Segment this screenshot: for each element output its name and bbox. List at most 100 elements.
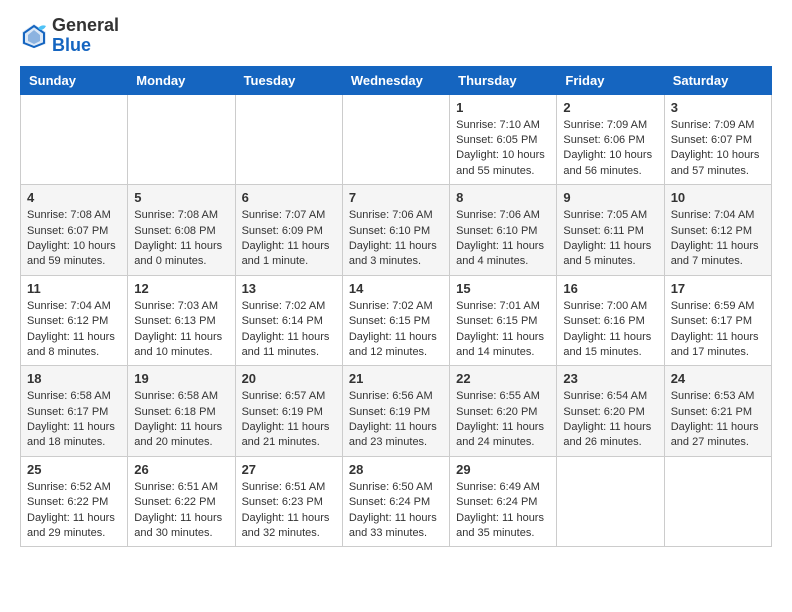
day-number: 6 [242,190,336,205]
calendar-cell: 10 Sunrise: 7:04 AM Sunset: 6:12 PM Dayli… [664,185,771,276]
day-number: 20 [242,371,336,386]
day-info: Sunrise: 7:04 AM Sunset: 6:12 PM Dayligh… [27,299,121,361]
calendar-cell: 21Sunrise: 6:56 AM Sunset: 6:19 PM Dayli… [342,366,449,457]
day-number: 13 [242,281,336,296]
day-info: Sunrise: 7:09 AM Sunset: 6:07 PM Dayligh… [671,118,765,180]
day-info: Sunrise: 7:06 AM Sunset: 6:10 PM Dayligh… [349,208,443,270]
calendar-cell [128,94,235,185]
day-number: 12 [134,281,228,296]
calendar-cell: 7 Sunrise: 7:06 AM Sunset: 6:10 PM Daylig… [342,185,449,276]
calendar-cell: 11 Sunrise: 7:04 AM Sunset: 6:12 PM Dayli… [21,275,128,366]
logo: General Blue [20,16,119,56]
header-monday: Monday [128,66,235,94]
calendar-table: SundayMondayTuesdayWednesdayThursdayFrid… [20,66,772,548]
day-info: Sunrise: 6:58 AM Sunset: 6:18 PM Dayligh… [134,389,228,451]
day-number: 18 [27,371,121,386]
day-info: Sunrise: 7:10 AM Sunset: 6:05 PM Dayligh… [456,118,550,180]
calendar-cell: 19 Sunrise: 6:58 AM Sunset: 6:18 PM Dayli… [128,366,235,457]
week-row-3: 18Sunrise: 6:58 AM Sunset: 6:17 PM Dayli… [21,366,772,457]
day-info: Sunrise: 6:53 AM Sunset: 6:21 PM Dayligh… [671,389,765,451]
calendar-cell [557,456,664,547]
day-info: Sunrise: 7:08 AM Sunset: 6:08 PM Dayligh… [134,208,228,270]
calendar-cell: 25 Sunrise: 6:52 AM Sunset: 6:22 PM Dayli… [21,456,128,547]
calendar-cell: 16 Sunrise: 7:00 AM Sunset: 6:16 PM Dayli… [557,275,664,366]
calendar-cell: 2 Sunrise: 7:09 AM Sunset: 6:06 PM Daylig… [557,94,664,185]
day-number: 1 [456,100,550,115]
day-info: Sunrise: 6:55 AM Sunset: 6:20 PM Dayligh… [456,389,550,451]
day-number: 16 [563,281,657,296]
calendar-cell: 20 Sunrise: 6:57 AM Sunset: 6:19 PM Dayli… [235,366,342,457]
week-row-1: 4Sunrise: 7:08 AM Sunset: 6:07 PM Daylig… [21,185,772,276]
calendar-cell: 29Sunrise: 6:49 AM Sunset: 6:24 PM Dayli… [450,456,557,547]
day-number: 22 [456,371,550,386]
header-sunday: Sunday [21,66,128,94]
day-number: 7 [349,190,443,205]
day-number: 3 [671,100,765,115]
day-number: 2 [563,100,657,115]
day-number: 14 [349,281,443,296]
day-number: 27 [242,462,336,477]
day-number: 23 [563,371,657,386]
calendar-cell: 18Sunrise: 6:58 AM Sunset: 6:17 PM Dayli… [21,366,128,457]
header-thursday: Thursday [450,66,557,94]
day-number: 9 [563,190,657,205]
calendar-cell: 12Sunrise: 7:03 AM Sunset: 6:13 PM Dayli… [128,275,235,366]
calendar-cell: 13Sunrise: 7:02 AM Sunset: 6:14 PM Dayli… [235,275,342,366]
calendar-cell: 23 Sunrise: 6:54 AM Sunset: 6:20 PM Dayli… [557,366,664,457]
calendar-cell: 28 Sunrise: 6:50 AM Sunset: 6:24 PM Dayli… [342,456,449,547]
logo-text: General Blue [52,16,119,56]
calendar-cell: 3 Sunrise: 7:09 AM Sunset: 6:07 PM Daylig… [664,94,771,185]
day-info: Sunrise: 6:57 AM Sunset: 6:19 PM Dayligh… [242,389,336,451]
calendar-cell: 24 Sunrise: 6:53 AM Sunset: 6:21 PM Dayli… [664,366,771,457]
calendar-cell: 5 Sunrise: 7:08 AM Sunset: 6:08 PM Daylig… [128,185,235,276]
calendar-cell: 8 Sunrise: 7:06 AM Sunset: 6:10 PM Daylig… [450,185,557,276]
day-info: Sunrise: 6:54 AM Sunset: 6:20 PM Dayligh… [563,389,657,451]
day-info: Sunrise: 6:50 AM Sunset: 6:24 PM Dayligh… [349,480,443,542]
day-number: 26 [134,462,228,477]
calendar-cell: 1 Sunrise: 7:10 AM Sunset: 6:05 PM Daylig… [450,94,557,185]
calendar-cell: 27 Sunrise: 6:51 AM Sunset: 6:23 PM Dayli… [235,456,342,547]
calendar-cell: 22 Sunrise: 6:55 AM Sunset: 6:20 PM Dayli… [450,366,557,457]
day-info: Sunrise: 6:51 AM Sunset: 6:23 PM Dayligh… [242,480,336,542]
calendar-header-row: SundayMondayTuesdayWednesdayThursdayFrid… [21,66,772,94]
day-info: Sunrise: 7:04 AM Sunset: 6:12 PM Dayligh… [671,208,765,270]
day-number: 10 [671,190,765,205]
logo-icon [20,22,48,50]
day-number: 25 [27,462,121,477]
day-info: Sunrise: 6:59 AM Sunset: 6:17 PM Dayligh… [671,299,765,361]
calendar-cell: 6 Sunrise: 7:07 AM Sunset: 6:09 PM Daylig… [235,185,342,276]
day-info: Sunrise: 6:52 AM Sunset: 6:22 PM Dayligh… [27,480,121,542]
calendar-cell [21,94,128,185]
page-header: General Blue [20,16,772,56]
day-info: Sunrise: 7:07 AM Sunset: 6:09 PM Dayligh… [242,208,336,270]
header-tuesday: Tuesday [235,66,342,94]
calendar-cell: 17Sunrise: 6:59 AM Sunset: 6:17 PM Dayli… [664,275,771,366]
calendar-cell: 14 Sunrise: 7:02 AM Sunset: 6:15 PM Dayli… [342,275,449,366]
day-number: 5 [134,190,228,205]
header-saturday: Saturday [664,66,771,94]
header-friday: Friday [557,66,664,94]
week-row-4: 25 Sunrise: 6:52 AM Sunset: 6:22 PM Dayli… [21,456,772,547]
day-info: Sunrise: 7:02 AM Sunset: 6:15 PM Dayligh… [349,299,443,361]
day-number: 28 [349,462,443,477]
day-number: 24 [671,371,765,386]
day-info: Sunrise: 7:01 AM Sunset: 6:15 PM Dayligh… [456,299,550,361]
day-number: 8 [456,190,550,205]
calendar-cell [664,456,771,547]
day-info: Sunrise: 7:00 AM Sunset: 6:16 PM Dayligh… [563,299,657,361]
day-info: Sunrise: 6:51 AM Sunset: 6:22 PM Dayligh… [134,480,228,542]
calendar-cell: 9 Sunrise: 7:05 AM Sunset: 6:11 PM Daylig… [557,185,664,276]
header-wednesday: Wednesday [342,66,449,94]
day-info: Sunrise: 6:56 AM Sunset: 6:19 PM Dayligh… [349,389,443,451]
day-number: 29 [456,462,550,477]
calendar-cell: 26 Sunrise: 6:51 AM Sunset: 6:22 PM Dayli… [128,456,235,547]
day-number: 11 [27,281,121,296]
day-info: Sunrise: 7:06 AM Sunset: 6:10 PM Dayligh… [456,208,550,270]
day-info: Sunrise: 7:05 AM Sunset: 6:11 PM Dayligh… [563,208,657,270]
day-number: 19 [134,371,228,386]
day-number: 15 [456,281,550,296]
week-row-2: 11 Sunrise: 7:04 AM Sunset: 6:12 PM Dayli… [21,275,772,366]
day-info: Sunrise: 7:08 AM Sunset: 6:07 PM Dayligh… [27,208,121,270]
day-info: Sunrise: 7:09 AM Sunset: 6:06 PM Dayligh… [563,118,657,180]
calendar-cell [235,94,342,185]
